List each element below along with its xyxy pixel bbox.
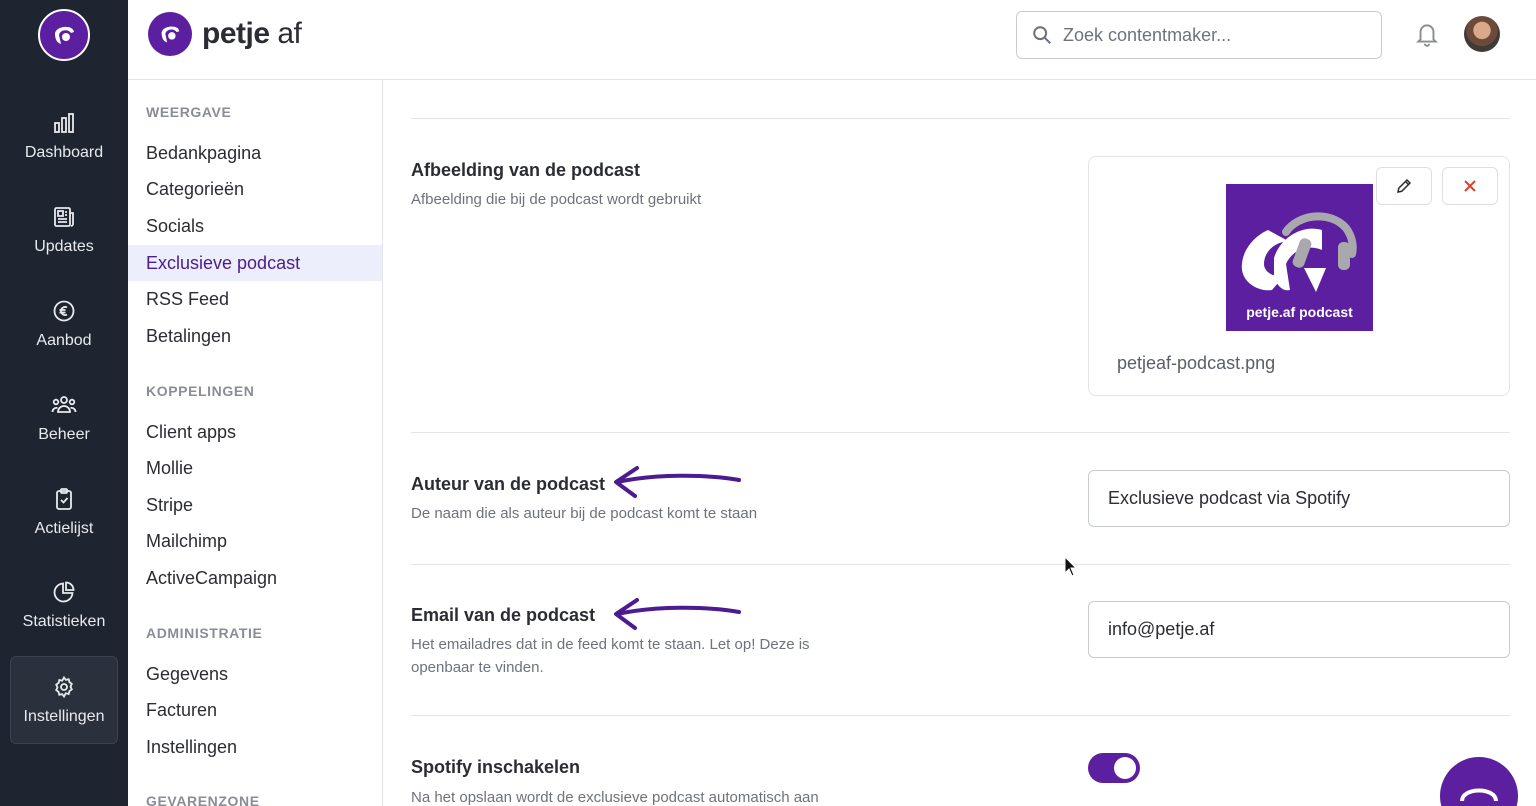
email-setting-label: Email van de podcast (411, 605, 596, 625)
submenu-item-instellingen[interactable]: Instellingen (128, 729, 382, 765)
pie-chart-icon (51, 579, 77, 605)
petje-af-logo-icon[interactable] (38, 9, 90, 61)
chat-icon (1460, 788, 1498, 802)
brand-name: petje af (202, 17, 302, 50)
rail-item-aanbod[interactable]: Aanbod (10, 280, 118, 368)
remove-image-button[interactable] (1442, 167, 1498, 205)
divider (411, 118, 1510, 119)
submenu-item-socials[interactable]: Socials (128, 208, 382, 244)
email-setting-description-line2: openbaar te vinden. (411, 659, 544, 676)
annotation-arrow (614, 598, 741, 630)
avatar[interactable] (1464, 16, 1500, 52)
submenu-item-facturen[interactable]: Facturen (128, 692, 382, 728)
notification-bell-icon[interactable] (1414, 20, 1440, 48)
image-filename: petjeaf-podcast.png (1117, 353, 1276, 373)
bar-chart-icon (51, 110, 77, 136)
submenu-item-gegevens[interactable]: Gegevens (128, 656, 382, 692)
edit-image-button[interactable] (1376, 167, 1432, 205)
image-upload-card: petje.af podcast petjeaf-podcast.png (1088, 156, 1510, 396)
rail-item-label: Instellingen (23, 708, 105, 725)
rail-item-label: Actielijst (34, 520, 94, 537)
search-icon (1033, 26, 1051, 44)
toggle-knob (1114, 757, 1136, 779)
submenu-item-exclusieve-podcast[interactable]: Exclusieve podcast (128, 245, 382, 281)
email-setting-description-line1: Het emailadres dat in de feed komt te st… (411, 636, 810, 653)
settings-submenu: WEERGAVE Bedankpagina Categorieën Social… (128, 80, 383, 806)
email-input[interactable] (1108, 619, 1488, 640)
submenu-item-categorieen[interactable]: Categorieën (128, 171, 382, 207)
petje-af-logo-icon (148, 12, 192, 56)
spotify-toggle[interactable] (1088, 753, 1140, 783)
submenu-item-bedankpagina[interactable]: Bedankpagina (128, 135, 382, 171)
brand[interactable]: petje af (148, 12, 302, 56)
gear-icon (51, 674, 77, 700)
pencil-icon (1397, 178, 1412, 193)
close-icon (1464, 180, 1476, 192)
newspaper-icon (51, 204, 77, 230)
rail-item-label: Aanbod (36, 332, 92, 349)
top-bar: petje af (128, 0, 1536, 80)
section-title-weergave: WEERGAVE (146, 104, 232, 120)
author-setting-label: Auteur van de podcast (411, 474, 606, 494)
search-box[interactable] (1016, 11, 1382, 59)
rail-item-label: Statistieken (22, 613, 106, 630)
submenu-item-activecampaign[interactable]: ActiveCampaign (128, 560, 382, 596)
section-title-koppelingen: KOPPELINGEN (146, 383, 255, 399)
rail-item-instellingen[interactable]: Instellingen (10, 656, 118, 744)
settings-content: Afbeelding van de podcast Afbeelding die… (383, 80, 1536, 806)
submenu-item-mollie[interactable]: Mollie (128, 450, 382, 486)
author-field[interactable] (1088, 470, 1510, 527)
annotation-arrow (614, 466, 741, 498)
euro-icon (51, 298, 77, 324)
clipboard-check-icon (51, 486, 77, 512)
left-rail: Dashboard Updates Aanbod Beheer Actielij… (0, 0, 128, 806)
section-title-gevarenzone: GEVARENZONE (146, 793, 260, 806)
users-icon (51, 392, 77, 418)
image-setting-label: Afbeelding van de podcast (411, 160, 641, 180)
submenu-item-betalingen[interactable]: Betalingen (128, 318, 382, 354)
submenu-item-client-apps[interactable]: Client apps (128, 414, 382, 450)
submenu-item-mailchimp[interactable]: Mailchimp (128, 523, 382, 559)
podcast-cover-image: petje.af podcast (1226, 184, 1373, 331)
chat-bubble-button[interactable] (1440, 757, 1518, 806)
rail-item-dashboard[interactable]: Dashboard (10, 92, 118, 180)
submenu-item-stripe[interactable]: Stripe (128, 487, 382, 523)
divider (411, 432, 1510, 433)
rail-item-beheer[interactable]: Beheer (10, 374, 118, 462)
rail-item-statistieken[interactable]: Statistieken (10, 561, 118, 649)
podcast-cover-text: petje.af podcast (1246, 304, 1353, 320)
rail-item-updates[interactable]: Updates (10, 186, 118, 274)
spotify-setting-description: Na het opslaan wordt de exclusieve podca… (411, 789, 819, 806)
author-setting-description: De naam die als auteur bij de podcast ko… (411, 505, 758, 522)
mouse-cursor-icon (1064, 556, 1078, 577)
divider (411, 715, 1510, 716)
rail-item-label: Dashboard (24, 144, 104, 161)
rail-item-label: Beheer (38, 426, 90, 443)
author-input[interactable] (1108, 488, 1488, 509)
rail-item-actielijst[interactable]: Actielijst (10, 468, 118, 556)
spotify-setting-label: Spotify inschakelen (411, 757, 581, 777)
image-setting-description: Afbeelding die bij de podcast wordt gebr… (411, 191, 702, 208)
search-input[interactable] (1063, 24, 1363, 46)
email-field[interactable] (1088, 601, 1510, 658)
submenu-item-rss-feed[interactable]: RSS Feed (128, 281, 382, 317)
divider (411, 564, 1510, 565)
rail-item-label: Updates (34, 238, 94, 255)
section-title-administratie: ADMINISTRATIE (146, 625, 263, 641)
